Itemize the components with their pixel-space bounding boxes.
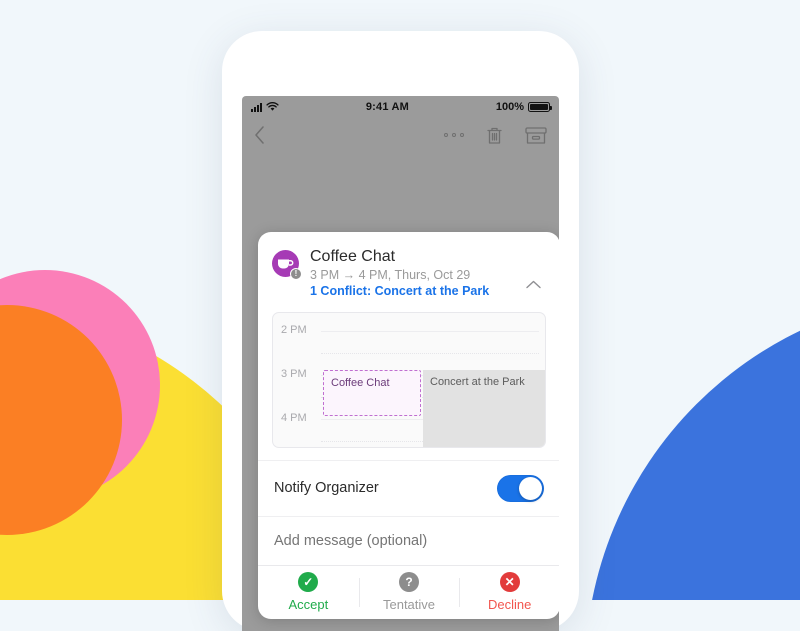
wifi-icon bbox=[266, 102, 279, 111]
phone-mockup: 9:41 AM 100% ! Coffee Chat 3 PM → 4 PM, … bbox=[222, 31, 579, 631]
hour-label: 3 PM bbox=[281, 368, 307, 380]
hour-label: 2 PM bbox=[281, 324, 307, 336]
hour-row: 2 PM bbox=[273, 324, 545, 375]
coffee-chat-event-block[interactable]: Coffee Chat bbox=[323, 370, 421, 416]
conflict-link[interactable]: 1 Conflict: Concert at the Park bbox=[310, 284, 520, 298]
decline-button[interactable]: ✕ Decline bbox=[459, 566, 559, 619]
hour-gridline bbox=[321, 331, 539, 332]
x-circle-icon: ✕ bbox=[499, 572, 520, 593]
question-circle-icon: ? bbox=[399, 572, 419, 593]
conflict-badge: ! bbox=[290, 268, 302, 280]
collapse-button[interactable] bbox=[520, 248, 546, 298]
coffee-cup-icon: ! bbox=[272, 250, 302, 280]
toggle-knob bbox=[519, 476, 542, 500]
check-circle-icon: ✓ bbox=[298, 572, 319, 593]
status-bar-left bbox=[251, 102, 279, 112]
meeting-invite-card: ! Coffee Chat 3 PM → 4 PM, Thurs, Oct 29… bbox=[258, 232, 559, 619]
notify-organizer-label: Notify Organizer bbox=[274, 480, 379, 497]
notify-organizer-toggle[interactable] bbox=[497, 474, 544, 502]
event-title: Coffee Chat bbox=[310, 248, 396, 265]
response-actions: ✓ Accept ? Tentative ✕ Decline bbox=[258, 564, 559, 619]
more-dots-icon[interactable] bbox=[444, 133, 464, 137]
message-area[interactable] bbox=[258, 515, 559, 565]
archive-icon[interactable] bbox=[525, 126, 547, 145]
status-bar-right: 100% bbox=[495, 101, 553, 113]
signal-bars-icon bbox=[251, 102, 262, 112]
concert-event-block[interactable]: Concert at the Park bbox=[423, 370, 545, 447]
blue-blob bbox=[585, 293, 800, 600]
conflict-calendar[interactable]: 2 PM 3 PM 4 PM 5 PM bbox=[272, 312, 546, 448]
event-time-range: 3 PM → 4 PM, Thurs, Oct 29 bbox=[310, 268, 471, 282]
hour-label: 4 PM bbox=[281, 412, 307, 424]
nav-actions bbox=[444, 126, 547, 145]
phone-screen: 9:41 AM 100% ! Coffee Chat 3 PM → 4 PM, … bbox=[242, 96, 559, 631]
battery-full-icon bbox=[528, 102, 553, 112]
card-header: ! Coffee Chat 3 PM → 4 PM, Thurs, Oct 29… bbox=[258, 232, 559, 302]
status-bar-time: 9:41 AM bbox=[365, 101, 410, 113]
app-body: ! Coffee Chat 3 PM → 4 PM, Thurs, Oct 29… bbox=[242, 152, 559, 631]
status-bar: 9:41 AM 100% bbox=[242, 96, 559, 118]
message-input[interactable] bbox=[274, 532, 544, 549]
chevron-up-icon bbox=[525, 280, 541, 288]
half-hour-gridline bbox=[321, 353, 539, 354]
notify-organizer-row: Notify Organizer bbox=[258, 459, 559, 516]
card-header-text: Coffee Chat 3 PM → 4 PM, Thurs, Oct 29 1… bbox=[299, 248, 520, 298]
trash-icon[interactable] bbox=[486, 126, 503, 145]
battery-percent-label: 100% bbox=[495, 101, 524, 113]
tentative-button[interactable]: ? Tentative bbox=[358, 566, 460, 619]
app-nav-bar bbox=[242, 118, 559, 152]
accept-button[interactable]: ✓ Accept bbox=[258, 566, 359, 619]
back-chevron-icon[interactable] bbox=[254, 126, 265, 144]
